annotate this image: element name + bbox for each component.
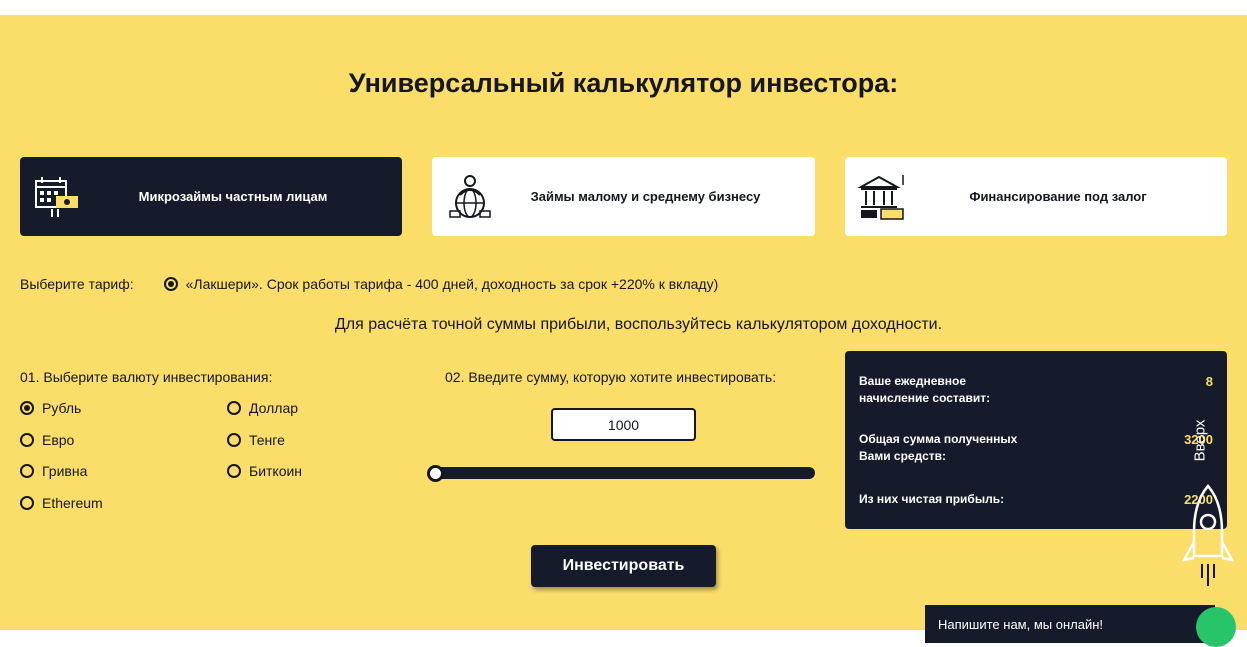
result-daily-label: Ваше ежедневное начисление составит: — [859, 374, 991, 405]
chat-label: Напишите нам, мы онлайн! — [938, 617, 1104, 632]
scroll-up-button[interactable]: Вверх — [1191, 412, 1223, 472]
amount-slider-handle[interactable] — [427, 465, 444, 482]
chat-widget[interactable]: Напишите нам, мы онлайн! — [925, 605, 1215, 643]
currency-title: 01. Выберите валюту инвестирования: — [20, 369, 273, 385]
calculator-hint: Для расчёта точной суммы прибыли, воспол… — [334, 316, 943, 333]
currency-radio[interactable] — [227, 401, 241, 415]
currency-radio[interactable] — [20, 464, 34, 478]
currency-label: Евро — [42, 432, 75, 448]
amount-input[interactable] — [551, 408, 696, 441]
currency-option-eur[interactable]: Евро — [20, 432, 74, 448]
results-panel: Ваше ежедневное начисление составит: 8 О… — [845, 351, 1227, 529]
currency-label: Доллар — [249, 400, 299, 416]
category-label: Финансирование под залог — [969, 189, 1147, 204]
category-label: Микрозаймы частным лицам — [138, 189, 328, 204]
tariff-selector: Выберите тариф: «Лакшери». Срок работы т… — [20, 276, 718, 292]
result-daily: Ваше ежедневное начисление составит: 8 — [859, 373, 1213, 407]
chat-online-indicator[interactable] — [1196, 607, 1236, 647]
currency-radio[interactable] — [227, 464, 241, 478]
currency-option-uah[interactable]: Гривна — [20, 463, 87, 479]
currency-option-rub[interactable]: Рубль — [20, 400, 81, 416]
currency-radio[interactable] — [20, 496, 34, 510]
currency-label: Рубль — [42, 400, 82, 416]
result-profit-label: Из них чистая прибыль: — [859, 492, 1005, 506]
currency-option-eth[interactable]: Ethereum — [20, 495, 103, 511]
amount-slider-track[interactable] — [428, 467, 815, 479]
result-profit: Из них чистая прибыль: 2200 — [859, 491, 1213, 508]
rocket-icon[interactable] — [1180, 482, 1236, 600]
currency-option-btc[interactable]: Биткоин — [227, 463, 302, 479]
tariff-radio[interactable] — [163, 277, 178, 291]
page-title: Универсальный калькулятор инвестора: — [348, 68, 899, 98]
currency-option-usd[interactable]: Доллар — [227, 400, 298, 416]
currency-label: Ethereum — [42, 495, 103, 511]
currency-label: Биткоин — [249, 463, 303, 479]
result-total: Общая сумма полученных Вами средств: 320… — [859, 431, 1213, 465]
amount-title: 02. Введите сумму, которую хотите инвест… — [445, 369, 777, 385]
scroll-up-label: Вверх — [1191, 419, 1209, 462]
bank-building-icon — [857, 174, 904, 220]
invest-button[interactable]: Инвестировать — [531, 545, 716, 587]
result-total-label: Общая сумма полученных Вами средств: — [859, 432, 1018, 463]
currency-radio[interactable] — [20, 401, 34, 415]
result-daily-value: 8 — [1205, 374, 1213, 389]
currency-option-kzt[interactable]: Тенге — [227, 432, 285, 448]
category-card-microloans[interactable]: Микрозаймы частным лицам — [20, 157, 402, 236]
tariff-label: Выберите тариф: — [20, 276, 134, 292]
category-label: Займы малому и среднему бизнесу — [530, 189, 761, 204]
currency-label: Тенге — [249, 432, 285, 448]
currency-label: Гривна — [42, 463, 88, 479]
currency-radio[interactable] — [20, 433, 34, 447]
business-globe-icon — [449, 174, 491, 218]
category-card-business[interactable]: Займы малому и среднему бизнесу — [432, 157, 815, 236]
calendar-money-icon — [35, 176, 78, 217]
tariff-option[interactable]: «Лакшери». Срок работы тарифа - 400 дней… — [186, 276, 719, 292]
currency-radio[interactable] — [227, 433, 241, 447]
category-card-collateral[interactable]: Финансирование под залог — [845, 157, 1227, 236]
